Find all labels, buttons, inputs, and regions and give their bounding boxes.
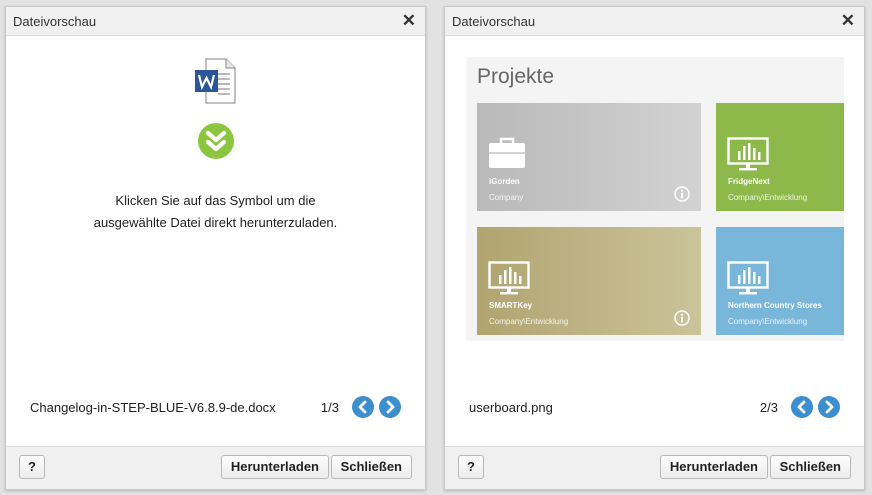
- image-preview: Projekte iGorden Company FridgeNext Comp…: [466, 57, 844, 341]
- previous-file-button[interactable]: [791, 396, 813, 418]
- tile-name: FridgeNext: [728, 177, 770, 186]
- download-button[interactable]: Herunterladen: [659, 455, 768, 479]
- instruction-line-2: ausgewählte Datei direkt herunterzuladen…: [93, 215, 338, 230]
- help-button[interactable]: ?: [458, 455, 484, 479]
- dialog-footer: ? Herunterladen Schließen: [445, 446, 864, 489]
- file-counter: 1/3: [320, 400, 339, 415]
- tile-subtitle: Company: [489, 193, 524, 202]
- dialog-title: Dateivorschau: [452, 14, 536, 29]
- file-counter: 2/3: [759, 400, 778, 415]
- file-navigation-row: Changelog-in-STEP-BLUE-V6.8.9-de.docx 1/…: [6, 395, 425, 421]
- tile-subtitle: Company\Entwicklung: [728, 317, 808, 326]
- previous-file-button[interactable]: [352, 396, 374, 418]
- download-instruction: Klicken Sie auf das Symbol um die ausgew…: [6, 190, 425, 234]
- next-file-button[interactable]: [818, 396, 840, 418]
- close-icon[interactable]: ✕: [841, 11, 855, 31]
- chevron-left-icon: [797, 400, 806, 414]
- monitor-chart-icon: [727, 261, 769, 295]
- project-tile: iGorden Company: [477, 103, 701, 211]
- dialog-titlebar: Dateivorschau ✕: [445, 7, 864, 36]
- project-tile: SMARTKey Company\Entwicklung: [477, 227, 701, 335]
- preview-heading: Projekte: [477, 65, 555, 88]
- file-name: userboard.png: [469, 400, 553, 415]
- chevron-right-icon: [386, 400, 395, 414]
- chevron-right-icon: [825, 400, 834, 414]
- next-file-button[interactable]: [379, 396, 401, 418]
- monitor-chart-icon: [727, 137, 769, 171]
- file-preview-dialog-1: Dateivorschau ✕ Klicken Sie auf das Symb…: [5, 6, 426, 490]
- close-button[interactable]: Schließen: [769, 455, 851, 479]
- download-chevron-icon[interactable]: [198, 123, 234, 164]
- instruction-line-1: Klicken Sie auf das Symbol um die: [115, 193, 316, 208]
- dialog-title: Dateivorschau: [13, 14, 97, 29]
- info-icon: [674, 186, 690, 202]
- close-icon[interactable]: ✕: [402, 11, 416, 31]
- chevron-left-icon: [358, 400, 367, 414]
- download-button[interactable]: Herunterladen: [220, 455, 329, 479]
- file-navigation-row: userboard.png 2/3: [445, 395, 864, 421]
- tile-name: iGorden: [489, 177, 520, 186]
- dialog-footer: ? Herunterladen Schließen: [6, 446, 425, 489]
- project-tile: FridgeNext Company\Entwicklung: [716, 103, 844, 211]
- tile-subtitle: Company\Entwicklung: [489, 317, 569, 326]
- tile-name: SMARTKey: [489, 301, 533, 310]
- info-icon: [674, 310, 690, 326]
- tile-subtitle: Company\Entwicklung: [728, 193, 808, 202]
- project-tile: Northern Country Stores Company\Entwickl…: [716, 227, 844, 335]
- word-document-icon: [194, 58, 236, 109]
- close-button[interactable]: Schließen: [330, 455, 412, 479]
- file-name: Changelog-in-STEP-BLUE-V6.8.9-de.docx: [30, 400, 276, 415]
- monitor-chart-icon: [488, 261, 530, 295]
- file-preview-dialog-2: Dateivorschau ✕ Projekte iGorden Company: [444, 6, 865, 490]
- tile-name: Northern Country Stores: [728, 301, 822, 310]
- briefcase-icon: [489, 137, 525, 168]
- help-button[interactable]: ?: [19, 455, 45, 479]
- dialog-titlebar: Dateivorschau ✕: [6, 7, 425, 36]
